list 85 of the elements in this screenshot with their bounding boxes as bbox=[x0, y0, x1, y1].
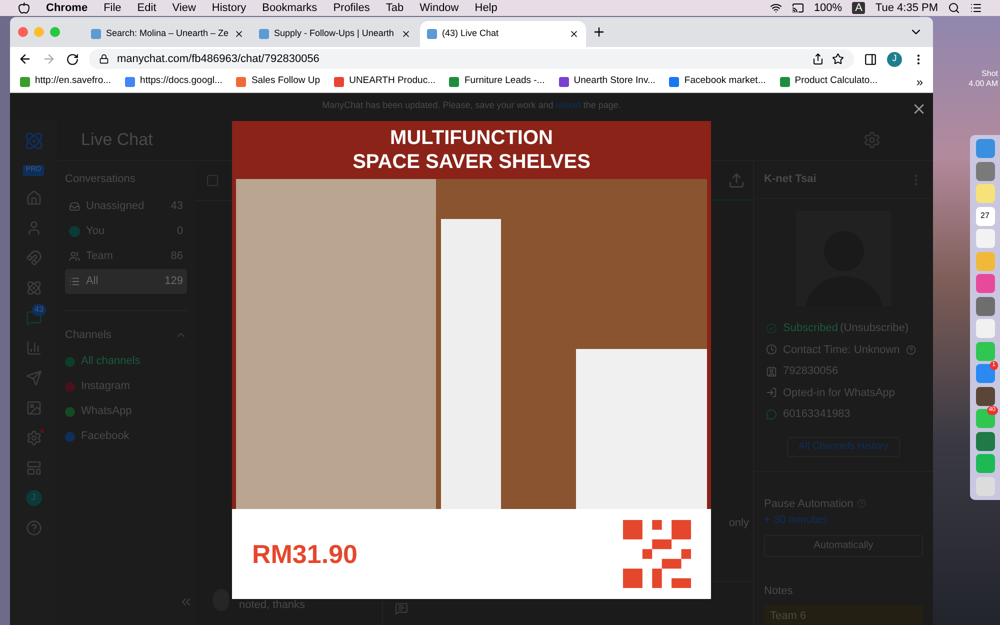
bookmark-item[interactable]: UNEARTH Produc... bbox=[334, 74, 436, 89]
favicon-icon bbox=[125, 76, 136, 86]
bookmark-item[interactable]: Facebook market... bbox=[669, 74, 766, 89]
close-icon[interactable] bbox=[569, 29, 579, 39]
home-icon[interactable] bbox=[26, 190, 42, 206]
magnet-icon[interactable] bbox=[26, 250, 42, 266]
favicon-icon bbox=[780, 76, 790, 86]
count-badge: 43 bbox=[32, 304, 46, 316]
apple-icon[interactable] bbox=[18, 2, 30, 14]
bookmark-item[interactable]: http://en.savefro... bbox=[20, 74, 112, 89]
desktop-file-label: 4.00 AM bbox=[968, 79, 998, 89]
tab-favicon-icon bbox=[427, 29, 437, 39]
browser-tab[interactable]: (43) Live Chat bbox=[420, 21, 586, 47]
search-icon[interactable] bbox=[948, 2, 960, 14]
menu-item[interactable]: Edit bbox=[137, 0, 156, 16]
team-icon bbox=[69, 250, 80, 262]
tab-favicon-icon bbox=[91, 29, 101, 39]
menu-item[interactable]: Help bbox=[474, 0, 498, 16]
id-card-icon bbox=[766, 366, 777, 377]
menu-item[interactable]: Profiles bbox=[333, 0, 370, 16]
menu-item[interactable]: View bbox=[172, 0, 196, 16]
subscription-status: Subscribed bbox=[783, 321, 838, 336]
bookmark-item[interactable]: https://docs.googl... bbox=[125, 74, 222, 89]
menu-item[interactable]: Window bbox=[420, 0, 459, 16]
profile-avatar[interactable]: J bbox=[887, 52, 902, 66]
favicon-icon bbox=[558, 76, 569, 86]
tab-favicon-icon bbox=[259, 29, 269, 39]
close-icon[interactable] bbox=[234, 29, 244, 39]
clock-icon bbox=[766, 344, 777, 356]
help-icon[interactable] bbox=[26, 520, 42, 536]
note-icon[interactable] bbox=[395, 602, 408, 615]
send-icon[interactable] bbox=[26, 370, 42, 386]
menu-clock[interactable]: Tue 4:35 PM bbox=[875, 0, 938, 16]
input-source[interactable]: A bbox=[852, 2, 866, 14]
more-bookmarks[interactable]: » bbox=[916, 72, 923, 90]
menu-item[interactable]: Tab bbox=[386, 0, 404, 16]
favicon-icon bbox=[334, 76, 344, 86]
desktop-file-label: Shot bbox=[982, 69, 998, 79]
favicon-icon bbox=[449, 76, 460, 86]
menu-item[interactable]: Bookmarks bbox=[262, 0, 318, 16]
export-icon[interactable] bbox=[728, 172, 745, 188]
bookmark-item[interactable]: Sales Follow Up bbox=[236, 74, 320, 89]
favicon-icon bbox=[669, 76, 680, 86]
select-all-checkbox[interactable] bbox=[207, 175, 218, 186]
template-icon[interactable] bbox=[26, 460, 42, 476]
close-icon[interactable] bbox=[401, 29, 411, 39]
help-icon[interactable] bbox=[906, 344, 916, 355]
qr-code-icon bbox=[623, 520, 691, 588]
url-text: manychat.com/fb486963/chat/792830056 bbox=[117, 52, 320, 67]
browser-tab[interactable]: Supply - Follow-Ups | Unearth bbox=[252, 21, 418, 47]
menu-item[interactable]: File bbox=[104, 0, 122, 16]
favicon-icon bbox=[236, 76, 246, 86]
settings-icon[interactable] bbox=[26, 430, 42, 446]
share-icon[interactable] bbox=[812, 53, 824, 65]
back-icon[interactable] bbox=[18, 52, 32, 66]
side-panel-icon[interactable] bbox=[864, 52, 877, 66]
menu-item[interactable]: History bbox=[212, 0, 246, 16]
bookmark-item[interactable]: Product Calculato... bbox=[780, 74, 878, 89]
browser-tab[interactable]: Search: Molina – Unearth – Ze bbox=[84, 21, 250, 47]
menu-item[interactable]: Chrome bbox=[46, 0, 88, 16]
price-text: RM31.90 bbox=[252, 538, 358, 570]
user-icon[interactable] bbox=[26, 220, 42, 236]
bookmark-item[interactable]: Furniture Leads -... bbox=[449, 74, 545, 89]
check-icon bbox=[766, 322, 777, 334]
battery-percent: 100% bbox=[814, 0, 842, 16]
image-icon[interactable] bbox=[26, 400, 42, 416]
opt-in-icon bbox=[766, 387, 777, 398]
reload-icon[interactable] bbox=[66, 52, 79, 66]
new-tab-icon[interactable] bbox=[592, 25, 606, 39]
forward-icon[interactable] bbox=[42, 52, 56, 66]
favicon-icon bbox=[20, 76, 30, 86]
ad-title: MULTIFUNCTION bbox=[390, 126, 553, 150]
bar-chart-icon[interactable] bbox=[26, 340, 42, 356]
ad-title: SPACE SAVER SHELVES bbox=[352, 150, 590, 174]
calendar-icon[interactable]: 27 bbox=[976, 206, 994, 226]
inbox-icon bbox=[69, 200, 80, 212]
settings-icon[interactable] bbox=[863, 130, 881, 148]
bookmark-item[interactable]: Unearth Store Inv... bbox=[558, 74, 656, 89]
airplay-icon[interactable] bbox=[792, 2, 804, 14]
lock-icon bbox=[99, 54, 109, 64]
help-icon[interactable] bbox=[857, 499, 866, 508]
address-bar[interactable]: manychat.com/fb486963/chat/792830056 bbox=[89, 49, 854, 69]
atom-icon[interactable] bbox=[26, 280, 42, 296]
phone-chat-icon bbox=[766, 408, 777, 420]
bookmark-star-icon[interactable] bbox=[832, 53, 844, 65]
